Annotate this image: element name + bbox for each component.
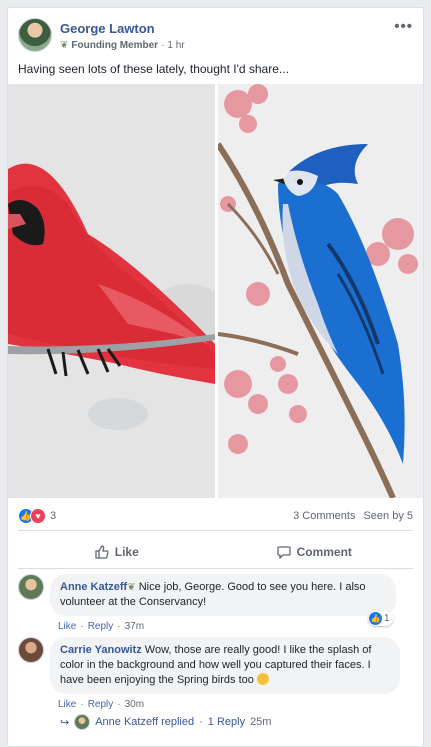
comment-bubble-icon (276, 546, 291, 559)
reply-avatar (74, 714, 91, 730)
love-reaction-icon[interactable]: ♥ (30, 508, 46, 524)
comment-actions: Like · Reply · 30m (58, 699, 145, 710)
author-avatar[interactable] (18, 18, 52, 52)
divider (18, 530, 413, 531)
reply-time: 25m (250, 716, 272, 728)
comment-time[interactable]: 30m (125, 699, 144, 710)
bluejay-painting (218, 84, 423, 498)
reply-author: Anne Katzeff replied (95, 716, 195, 728)
like-reaction-icon: 👍 (369, 612, 382, 625)
author-name[interactable]: George Lawton (60, 21, 155, 36)
comment-bubble: Carrie Yanowitz Wow, those are really go… (50, 637, 400, 694)
comment-like-badge[interactable]: 👍 1 (368, 611, 393, 626)
post-meta: ❦ Founding Member · 1 hr (60, 40, 185, 51)
photo-grid (8, 84, 423, 498)
comment-like-link[interactable]: Like (58, 621, 76, 632)
member-badge: Founding Member (71, 40, 159, 51)
commenter-name[interactable]: Anne Katzeff (60, 581, 127, 593)
comment-label: Comment (296, 545, 352, 559)
comment-count[interactable]: 3 Comments (293, 510, 355, 522)
like-label: Like (114, 545, 139, 559)
post-header: George Lawton ❦ Founding Member · 1 hr •… (18, 16, 413, 60)
like-button[interactable]: Like (18, 536, 216, 568)
reaction-count[interactable]: 3 (50, 510, 56, 522)
cardinal-painting (8, 84, 215, 498)
reactions-bar: 👍 ♥ 3 3 Comments Seen by 5 (18, 506, 413, 526)
comment-actions: Like · Reply · 37m (58, 621, 145, 632)
leaf-icon: ❦ (60, 40, 69, 51)
reply-arrow-icon: ↪ (60, 716, 70, 729)
seen-count[interactable]: Seen by 5 (363, 510, 413, 522)
leaf-icon: ❦ (127, 582, 136, 593)
heart-eyes-emoji-icon (256, 673, 269, 685)
commenter-name[interactable]: Carrie Yanowitz (60, 644, 142, 656)
meta-separator: · (161, 40, 165, 51)
replies-link[interactable]: ↪ Anne Katzeff replied · 1 Reply 25m (60, 714, 271, 730)
comment-button[interactable]: Comment (216, 536, 414, 568)
post-card: George Lawton ❦ Founding Member · 1 hr •… (7, 7, 424, 747)
photo-cardinal[interactable] (8, 84, 215, 498)
comment-bubble: Anne Katzeff❦ Nice job, George. Good to … (50, 574, 396, 616)
comment-time[interactable]: 37m (125, 621, 144, 632)
post-time[interactable]: 1 hr (167, 40, 184, 51)
photo-bluejay[interactable] (218, 84, 423, 498)
comment-like-count: 1 (384, 613, 390, 624)
action-bar: Like Comment (18, 536, 413, 568)
comment-item: Carrie Yanowitz Wow, those are really go… (18, 637, 413, 710)
reply-count: 1 Reply (207, 716, 246, 728)
divider (18, 568, 413, 569)
comment-item: Anne Katzeff❦ Nice job, George. Good to … (18, 574, 413, 634)
commenter-avatar[interactable] (18, 637, 44, 663)
comment-reply-link[interactable]: Reply (88, 621, 114, 632)
comment-reply-link[interactable]: Reply (88, 699, 114, 710)
more-options-icon[interactable]: ••• (394, 18, 413, 35)
commenter-avatar[interactable] (18, 574, 44, 600)
comment-like-link[interactable]: Like (58, 699, 76, 710)
post-text: Having seen lots of these lately, though… (18, 62, 289, 76)
thumbs-up-icon (95, 545, 109, 559)
reaction-stats: 3 Comments Seen by 5 (293, 510, 413, 522)
